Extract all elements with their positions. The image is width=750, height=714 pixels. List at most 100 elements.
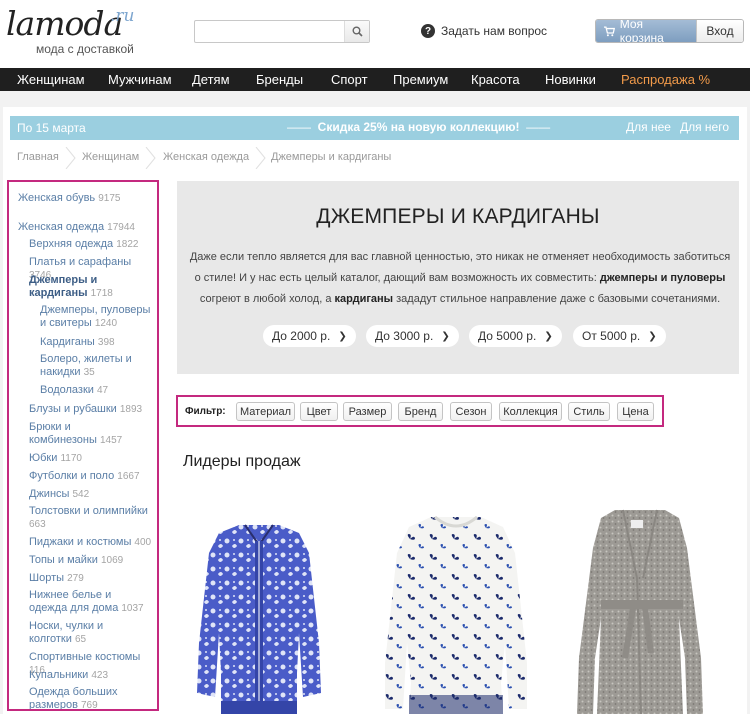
price-filter-label: До 5000 р. bbox=[478, 329, 537, 343]
sidebar-item-count: 65 bbox=[74, 634, 87, 645]
nav-item-women[interactable]: Женщинам bbox=[17, 72, 85, 87]
page-title: ДЖЕМПЕРЫ И КАРДИГАНЫ bbox=[316, 205, 600, 228]
question-icon: ? bbox=[421, 24, 435, 38]
sidebar-item-label: Юбки bbox=[29, 452, 58, 464]
promo-headline-text: Скидка 25% на новую коллекцию! bbox=[317, 120, 520, 134]
nav-item-sport[interactable]: Спорт bbox=[331, 72, 368, 87]
nav-item-kids[interactable]: Детям bbox=[192, 72, 230, 87]
sidebar-item-trousers[interactable]: Брюки и комбинезоны 1457 bbox=[29, 421, 141, 447]
description-link-jumpers[interactable]: джемперы и пуловеры bbox=[600, 272, 726, 284]
promo-link-men[interactable]: Для него bbox=[680, 120, 729, 134]
promo-bar: По 15 марта —— Скидка 25% на новую колле… bbox=[10, 116, 739, 140]
breadcrumb-separator-icon bbox=[145, 147, 156, 169]
section-title: Лидеры продаж bbox=[183, 453, 301, 470]
filter-material-button[interactable]: Материал bbox=[236, 402, 295, 421]
category-sidebar: Женская обувь 9175 Женская одежда 17944 … bbox=[7, 180, 159, 711]
sidebar-item-shoes[interactable]: Женская обувь 9175 bbox=[18, 192, 153, 205]
sidebar-item-shorts[interactable]: Шорты 279 bbox=[29, 572, 153, 585]
sidebar-item-jumpers[interactable]: Джемперы, пуловеры и свитеры 1240 bbox=[40, 304, 156, 330]
account-group: Моя корзина Вход bbox=[595, 19, 744, 43]
sidebar-item-tshirts[interactable]: Футболки и поло 1667 bbox=[29, 470, 153, 483]
price-filter-button[interactable]: От 5000 р. ❯ bbox=[573, 325, 666, 347]
search-box bbox=[194, 20, 370, 43]
product-image bbox=[385, 515, 527, 714]
sidebar-item-label: Купальники bbox=[29, 669, 89, 681]
sidebar-item-jackets-suits[interactable]: Пиджаки и костюмы 400 bbox=[29, 536, 153, 549]
sidebar-item-swimwear[interactable]: Купальники 423 bbox=[29, 669, 153, 682]
category-hero: ДЖЕМПЕРЫ И КАРДИГАНЫ Даже если тепло явл… bbox=[177, 181, 739, 374]
filter-style-button[interactable]: Стиль bbox=[568, 402, 610, 421]
breadcrumb-item[interactable]: Женская одежда bbox=[163, 151, 249, 163]
nav-item-brands[interactable]: Бренды bbox=[256, 72, 303, 87]
sidebar-item-cardigans[interactable]: Кардиганы 398 bbox=[40, 336, 153, 349]
filter-size-button[interactable]: Размер bbox=[343, 402, 392, 421]
chevron-right-icon: ❯ bbox=[338, 330, 347, 342]
nav-item-men[interactable]: Мужчинам bbox=[108, 72, 172, 87]
sidebar-item-label: Пиджаки и костюмы bbox=[29, 536, 132, 548]
breadcrumb-separator-icon bbox=[65, 147, 76, 169]
sidebar-item-underwear[interactable]: Нижнее белье и одежда для дома 1037 bbox=[29, 589, 151, 615]
logo[interactable]: lamoda .ru мода с доставкой bbox=[6, 4, 134, 56]
sidebar-item-clothing[interactable]: Женская одежда 17944 bbox=[18, 221, 153, 234]
sidebar-item-turtlenecks[interactable]: Водолазки 47 bbox=[40, 384, 153, 397]
ask-question-link[interactable]: ? Задать нам вопрос bbox=[421, 24, 547, 38]
promo-link-women[interactable]: Для нее bbox=[626, 120, 671, 134]
description-link-cardigans[interactable]: кардиганы bbox=[335, 293, 394, 305]
sidebar-item-count: 398 bbox=[97, 337, 115, 348]
product-image bbox=[197, 524, 321, 714]
breadcrumb: Главная Женщинам Женская одежда Джемперы… bbox=[10, 147, 739, 170]
price-filter-button[interactable]: До 2000 р. ❯ bbox=[263, 325, 356, 347]
search-input[interactable] bbox=[195, 21, 345, 42]
nav-item-beauty[interactable]: Красота bbox=[471, 72, 520, 87]
sidebar-item-label: Платья и сарафаны bbox=[29, 256, 132, 268]
sidebar-item-count: 769 bbox=[80, 700, 98, 711]
filter-collection-button[interactable]: Коллекция bbox=[499, 402, 562, 421]
price-filter-button[interactable]: До 5000 р. ❯ bbox=[469, 325, 562, 347]
nav-item-sale[interactable]: Распродажа % bbox=[621, 72, 710, 87]
sidebar-item-socks[interactable]: Носки, чулки и колготки 65 bbox=[29, 620, 149, 646]
nav-item-new[interactable]: Новинки bbox=[545, 72, 596, 87]
sidebar-item-count: 1718 bbox=[90, 288, 113, 299]
filter-brand-button[interactable]: Бренд bbox=[398, 402, 443, 421]
sidebar-item-count: 663 bbox=[29, 519, 46, 530]
sidebar-item-bolero[interactable]: Болеро, жилеты и накидки 35 bbox=[40, 353, 132, 379]
price-filter-button[interactable]: До 3000 р. ❯ bbox=[366, 325, 459, 347]
price-filter-label: От 5000 р. bbox=[582, 329, 641, 343]
sidebar-item-tops[interactable]: Топы и майки 1069 bbox=[29, 554, 153, 567]
nav-item-premium[interactable]: Премиум bbox=[393, 72, 448, 87]
sidebar-item-jumpers-cardigans[interactable]: Джемперы и кардиганы 1718 bbox=[29, 274, 121, 300]
search-icon bbox=[352, 26, 363, 37]
category-description: Даже если тепло является для вас главной… bbox=[187, 247, 733, 310]
sidebar-item-label: Водолазки bbox=[40, 384, 94, 396]
sidebar-item-hoodies[interactable]: Толстовки и олимпийки 663 bbox=[29, 505, 149, 531]
sidebar-item-blouses[interactable]: Блузы и рубашки 1893 bbox=[29, 403, 153, 416]
breadcrumb-item[interactable]: Женщинам bbox=[82, 151, 139, 163]
filter-label: Фильтр: bbox=[185, 406, 226, 417]
sidebar-item-plus-size[interactable]: Одежда больших размеров 769 bbox=[29, 686, 147, 711]
chevron-right-icon: ❯ bbox=[648, 330, 657, 342]
price-filter-label: До 3000 р. bbox=[375, 329, 434, 343]
sidebar-item-label: Одежда больших размеров bbox=[29, 686, 118, 711]
sidebar-item-jeans[interactable]: Джинсы 542 bbox=[29, 488, 153, 501]
promo-links: Для нее Для него bbox=[626, 120, 729, 134]
filter-price-button[interactable]: Цена bbox=[617, 402, 654, 421]
product-card[interactable] bbox=[383, 513, 529, 714]
promo-headline[interactable]: —— Скидка 25% на новую коллекцию! —— bbox=[287, 120, 550, 134]
cart-button[interactable]: Моя корзина bbox=[596, 20, 696, 42]
sidebar-item-outerwear[interactable]: Верхняя одежда 1822 bbox=[29, 238, 153, 251]
sidebar-item-label: Джемперы и кардиганы bbox=[29, 274, 98, 299]
breadcrumb-item[interactable]: Главная bbox=[17, 151, 59, 163]
bestsellers-section: Лидеры продаж bbox=[177, 438, 739, 714]
sidebar-item-label: Спортивные костюмы bbox=[29, 651, 141, 663]
product-card[interactable] bbox=[195, 523, 323, 714]
sidebar-item-count: 542 bbox=[72, 489, 90, 500]
filter-season-button[interactable]: Сезон bbox=[450, 402, 492, 421]
sidebar-item-skirts[interactable]: Юбки 1170 bbox=[29, 452, 153, 465]
sidebar-item-count: 1893 bbox=[119, 404, 143, 415]
filter-color-button[interactable]: Цвет bbox=[300, 402, 338, 421]
search-button[interactable] bbox=[344, 21, 369, 42]
main-nav: Женщинам Мужчинам Детям Бренды Спорт Пре… bbox=[0, 68, 750, 91]
sidebar-item-label: Блузы и рубашки bbox=[29, 403, 117, 415]
login-button[interactable]: Вход bbox=[696, 20, 743, 42]
product-card[interactable] bbox=[575, 508, 705, 714]
